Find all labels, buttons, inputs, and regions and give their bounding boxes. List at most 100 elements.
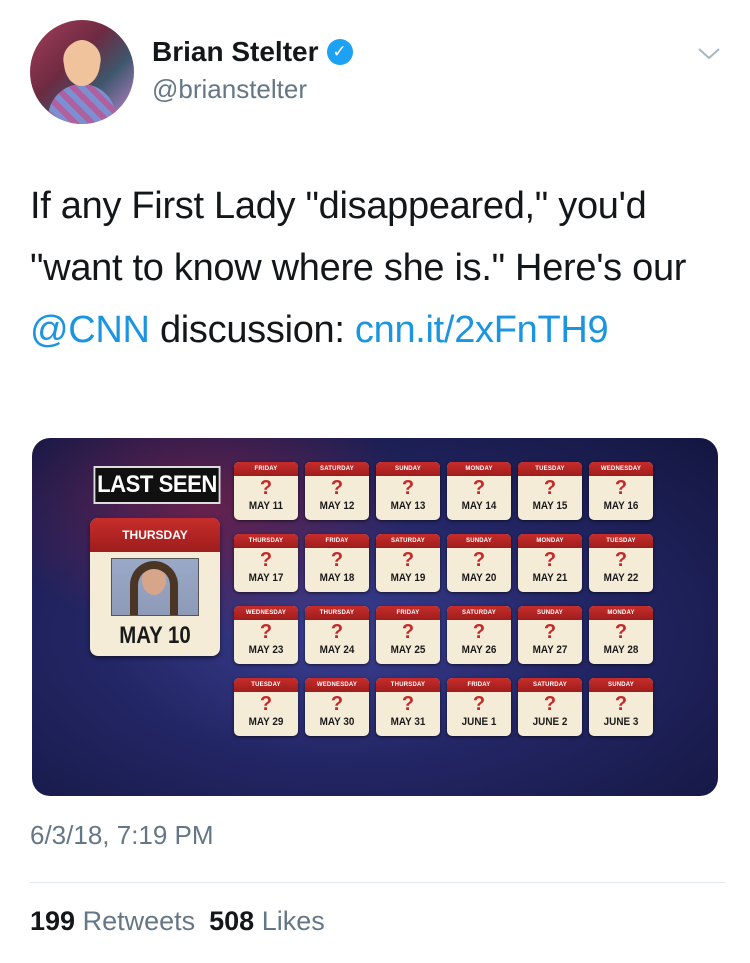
calendar-date: MAY 16 [603,500,639,512]
question-mark: ? [330,693,344,715]
calendar-day-of-week: TUESDAY [589,534,653,548]
user-handle[interactable]: @brianstelter [152,74,307,105]
question-mark: ? [543,477,557,499]
calendar-tile: WEDNESDAY? MAY 23 [234,606,298,664]
last-seen-date: MAY 10 [119,622,191,649]
retweets-stat[interactable]: 199 Retweets [30,906,195,937]
calendar-tile: SATURDAY? MAY 12 [305,462,369,520]
calendar-day-of-week: WEDNESDAY [589,462,653,476]
tweet-stats: 199 Retweets 508 Likes [30,906,325,937]
question-mark: ? [614,621,628,643]
question-mark: ? [330,549,344,571]
calendar-tile: SATURDAY? MAY 19 [376,534,440,592]
question-mark: ? [614,477,628,499]
question-mark: ? [259,693,273,715]
calendar-tile: THURSDAY? MAY 24 [305,606,369,664]
calendar-tile: THURSDAY? MAY 31 [376,678,440,736]
calendar-tile: WEDNESDAY? MAY 30 [305,678,369,736]
calendar-tile: MONDAY? MAY 28 [589,606,653,664]
calendar-date: MAY 12 [319,500,355,512]
calendar-date: MAY 19 [390,572,426,584]
calendar-date: MAY 17 [248,572,284,584]
question-mark: ? [401,621,415,643]
verified-badge-icon: ✓ [326,39,353,65]
calendar-date: JUNE 3 [603,716,639,728]
calendar-date: MAY 15 [532,500,568,512]
calendar-day-of-week: FRIDAY [305,534,369,548]
media-image[interactable]: LAST SEEN THURSDAY MAY 10 FRIDAY? MAY 11 S… [32,438,718,796]
calendar-day-of-week: MONDAY [447,462,511,476]
calendar-tile: SUNDAY? JUNE 3 [589,678,653,736]
avatar-shirt [48,84,116,124]
calendar-date: MAY 21 [532,572,568,584]
calendar-day-of-week: SATURDAY [305,462,369,476]
calendar-tile: TUESDAY? MAY 15 [518,462,582,520]
calendar-date: MAY 27 [532,644,568,656]
calendar-day-of-week: SATURDAY [376,534,440,548]
calendar-date: MAY 18 [319,572,355,584]
calendar-date: JUNE 2 [532,716,568,728]
calendar-date: MAY 25 [390,644,426,656]
retweets-label: Retweets [82,906,196,936]
tweet-timestamp[interactable]: 6/3/18, 7:19 PM [30,820,214,851]
last-seen-day: THURSDAY [90,518,220,552]
calendar-day-of-week: MONDAY [589,606,653,620]
name-row: Brian Stelter ✓ [152,36,353,68]
calendar-day-of-week: FRIDAY [447,678,511,692]
calendar-day-of-week: SATURDAY [518,678,582,692]
divider [30,882,725,883]
question-mark: ? [330,477,344,499]
calendar-day-of-week: FRIDAY [234,462,298,476]
portrait-photo [111,558,199,616]
retweets-count: 199 [30,906,76,936]
question-mark: ? [401,693,415,715]
calendar-tile: SUNDAY? MAY 20 [447,534,511,592]
calendar-tile: WEDNESDAY? MAY 16 [589,462,653,520]
url-link[interactable]: cnn.it/​2xFnTH9 [355,309,609,351]
chevron-down-icon[interactable] [696,40,722,66]
calendar-day-of-week: TUESDAY [518,462,582,476]
question-mark: ? [401,477,415,499]
calendar-day-of-week: FRIDAY [376,606,440,620]
tweet-text-part: If any First Lady "disappeared," you'd "… [30,185,687,289]
question-mark: ? [259,549,273,571]
calendar-tile: MONDAY? MAY 21 [518,534,582,592]
calendar-date: MAY 14 [461,500,497,512]
mention-link-cnn[interactable]: @CNN [30,309,150,351]
calendar-tile: SUNDAY? MAY 27 [518,606,582,664]
calendar-day-of-week: SUNDAY [589,678,653,692]
last-seen-label: LAST SEEN [93,466,221,504]
calendar-date: JUNE 1 [461,716,497,728]
display-name[interactable]: Brian Stelter [152,36,319,68]
likes-stat[interactable]: 508 Likes [209,906,325,937]
calendar-date: MAY 13 [390,500,426,512]
calendar-day-of-week: TUESDAY [234,678,298,692]
calendar-tile: SATURDAY? JUNE 2 [518,678,582,736]
question-mark: ? [259,621,273,643]
calendar-day-of-week: SATURDAY [447,606,511,620]
question-mark: ? [614,549,628,571]
calendar-day-of-week: SUNDAY [376,462,440,476]
calendar-day-of-week: THURSDAY [305,606,369,620]
calendar-tile: FRIDAY? MAY 18 [305,534,369,592]
question-mark: ? [543,693,557,715]
calendar-date: MAY 24 [319,644,355,656]
calendar-tile: FRIDAY? MAY 11 [234,462,298,520]
calendar-tile: FRIDAY? JUNE 1 [447,678,511,736]
calendar-tile: THURSDAY? MAY 17 [234,534,298,592]
calendar-day-of-week: WEDNESDAY [234,606,298,620]
last-seen-calendar: THURSDAY MAY 10 [90,518,220,656]
calendar-tile: TUESDAY? MAY 29 [234,678,298,736]
question-mark: ? [472,693,486,715]
question-mark: ? [472,549,486,571]
avatar[interactable] [30,20,134,124]
calendar-day-of-week: SUNDAY [518,606,582,620]
calendar-day-of-week: THURSDAY [376,678,440,692]
likes-count: 508 [209,906,255,936]
question-mark: ? [614,693,628,715]
calendar-day-of-week: SUNDAY [447,534,511,548]
calendar-tile: SATURDAY? MAY 26 [447,606,511,664]
avatar-face [64,40,100,86]
calendar-tile: MONDAY? MAY 14 [447,462,511,520]
calendar-date: MAY 11 [248,500,284,512]
